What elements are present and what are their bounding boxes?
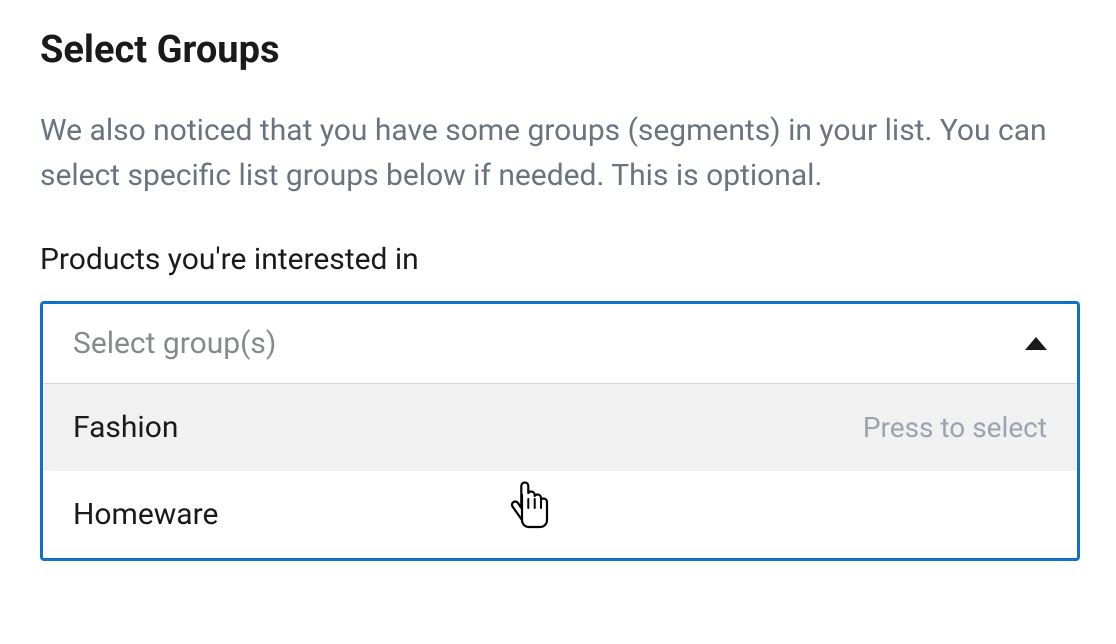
- select-control[interactable]: Select group(s): [43, 304, 1077, 383]
- option-hint: Press to select: [863, 411, 1047, 444]
- option-homeware[interactable]: Homeware: [43, 471, 1077, 558]
- select-placeholder: Select group(s): [73, 326, 276, 361]
- field-label: Products you're interested in: [40, 242, 1076, 277]
- section-description: We also noticed that you have some group…: [40, 108, 1076, 198]
- caret-up-icon: [1025, 337, 1047, 350]
- group-multiselect[interactable]: Select group(s) Fashion Press to select …: [40, 301, 1080, 561]
- option-label: Homeware: [73, 497, 218, 532]
- options-list: Fashion Press to select Homeware: [43, 383, 1077, 558]
- option-label: Fashion: [73, 410, 178, 445]
- option-fashion[interactable]: Fashion Press to select: [43, 384, 1077, 471]
- section-heading: Select Groups: [40, 28, 1076, 72]
